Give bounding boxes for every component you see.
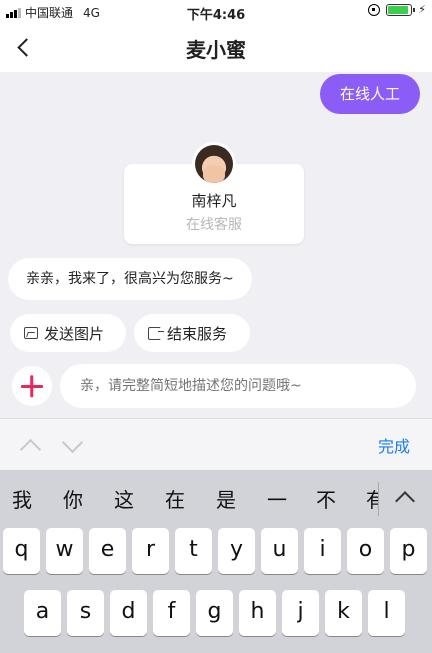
divider [378,482,379,516]
key-e[interactable]: e [89,528,126,574]
key-t[interactable]: t [175,528,212,574]
key-w[interactable]: w [46,528,83,574]
key-k[interactable]: k [325,590,362,636]
chat-area[interactable]: 在线人工 南梓凡 在线客服 亲亲，我来了，很高兴为您服务~ 发送图片 结束服务 [0,72,432,418]
candidate-word[interactable]: 在 [165,484,185,513]
candidate-word[interactable]: 你 [63,484,83,513]
key-r[interactable]: r [132,528,169,574]
image-icon [24,327,38,339]
send-image-button[interactable]: 发送图片 [10,314,126,352]
online-agent-button[interactable]: 在线人工 [320,74,420,114]
keyboard-toolbar: 完成 [0,418,432,470]
next-field-button[interactable] [62,435,82,455]
candidate-word[interactable]: 一 [267,484,287,513]
key-g[interactable]: g [196,590,233,636]
nav-bar: 麦小蜜 [0,24,432,72]
candidate-word[interactable]: 是 [216,484,236,513]
composer [0,362,432,418]
page-title: 麦小蜜 [186,38,246,62]
key-j[interactable]: j [282,590,319,636]
exit-icon [148,326,164,340]
battery-icon [386,3,416,16]
avatar-image [195,145,233,183]
quick-actions: 发送图片 结束服务 [0,312,432,362]
status-time: 下午4:46 [186,8,246,23]
charging-icon: ⚡ [418,3,426,16]
expand-candidates-button[interactable] [394,486,416,508]
key-u[interactable]: u [261,528,298,574]
agent-name: 南梓凡 [191,192,237,210]
candidate-word[interactable]: 我 [12,484,32,513]
key-f[interactable]: f [153,590,190,636]
previous-field-button[interactable] [20,435,40,455]
candidate-word[interactable]: 有 [366,484,378,513]
add-button[interactable] [12,366,52,406]
key-p[interactable]: p [390,528,427,574]
send-image-label: 发送图片 [44,324,105,343]
candidate-word[interactable]: 这 [114,484,134,513]
keyboard: 我 你 这 在 是 一 不 有 q w e r t y u i o p a s … [0,470,432,653]
key-i[interactable]: i [304,528,341,574]
candidate-word[interactable]: 不 [316,484,336,513]
key-s[interactable]: s [67,590,104,636]
end-service-button[interactable]: 结束服务 [134,314,250,352]
message-bubble: 亲亲，我来了，很高兴为您服务~ [8,258,252,300]
key-h[interactable]: h [239,590,276,636]
candidate-bar: 我 你 这 在 是 一 不 有 [0,470,432,526]
end-service-label: 结束服务 [167,324,228,343]
avatar[interactable] [192,142,236,186]
key-q[interactable]: q [3,528,40,574]
key-y[interactable]: y [218,528,255,574]
agent-role: 在线客服 [186,217,242,233]
key-d[interactable]: d [110,590,147,636]
status-bar: 中国联通 4G 下午4:46 ⚡ [0,0,432,24]
key-o[interactable]: o [347,528,384,574]
key-a[interactable]: a [24,590,61,636]
message-input[interactable] [60,364,416,408]
done-button[interactable]: 完成 [378,433,410,457]
status-right: ⚡ [368,3,426,16]
orientation-lock-icon [368,3,381,16]
key-l[interactable]: l [368,590,405,636]
